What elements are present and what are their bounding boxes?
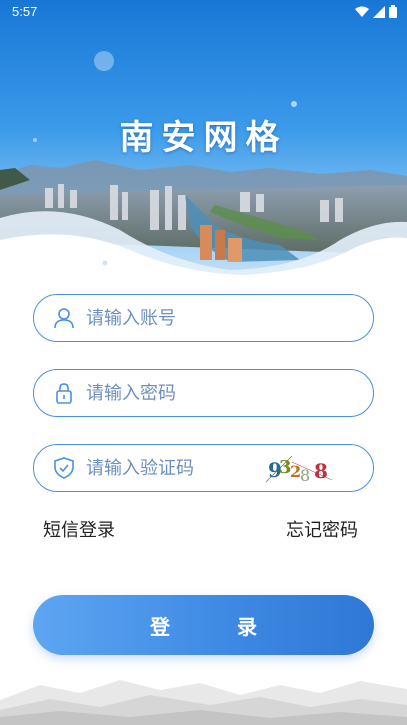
captcha-field[interactable]: 9 3 2 8 8	[33, 444, 374, 492]
svg-text:8: 8	[314, 459, 328, 483]
captcha-input[interactable]	[86, 454, 286, 482]
footer-mountain-image	[0, 680, 407, 725]
user-icon	[54, 308, 74, 329]
status-icons	[355, 5, 397, 18]
lock-icon	[56, 383, 72, 404]
signal-icon	[373, 5, 385, 18]
password-field[interactable]	[33, 369, 374, 417]
account-input[interactable]	[86, 304, 286, 332]
sms-login-link[interactable]: 短信登录	[43, 516, 115, 542]
account-field[interactable]	[33, 294, 374, 342]
status-bar: 5:57	[0, 0, 407, 24]
status-time: 5:57	[12, 4, 38, 19]
wifi-icon	[355, 6, 369, 17]
svg-text:8: 8	[300, 466, 310, 485]
app-title: 南安网格	[119, 118, 288, 158]
forgot-password-link[interactable]: 忘记密码	[286, 516, 358, 542]
login-button[interactable]: 登 录	[33, 595, 374, 655]
password-input[interactable]	[86, 379, 286, 407]
battery-icon	[389, 5, 397, 18]
captcha-image[interactable]: 9 3 2 8 8	[262, 450, 342, 486]
shield-check-icon	[54, 457, 74, 479]
